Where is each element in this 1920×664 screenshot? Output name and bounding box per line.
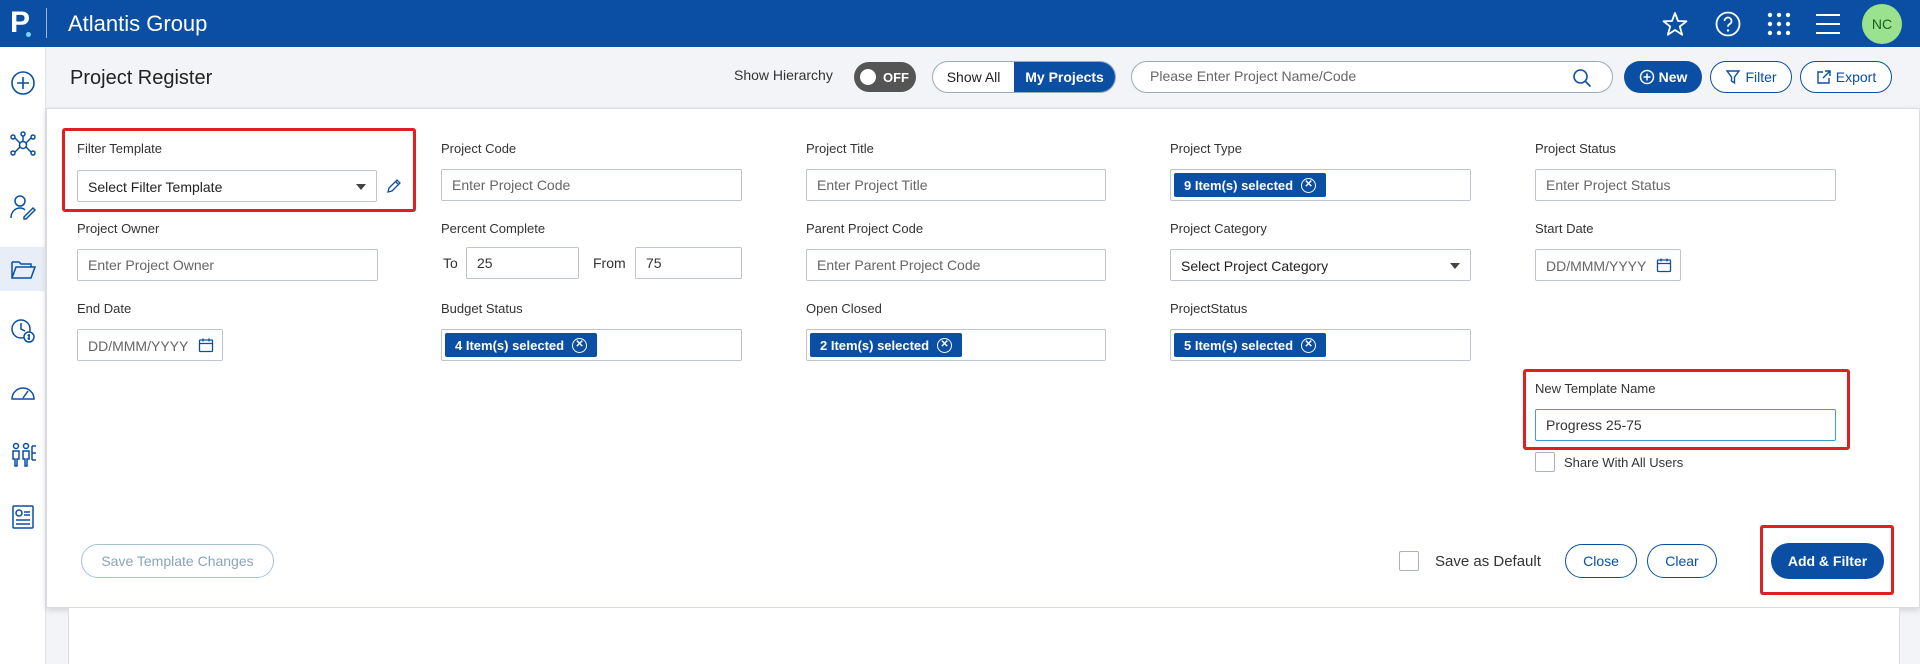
top-bar: P Atlantis Group NC <box>0 0 1920 47</box>
star-icon[interactable] <box>1661 10 1689 38</box>
user-edit-icon[interactable] <box>0 185 46 229</box>
menu-icon[interactable] <box>1814 10 1842 38</box>
clear-chip-icon[interactable]: ✕ <box>1301 337 1317 353</box>
project-search <box>1131 61 1613 93</box>
add-icon[interactable] <box>0 61 46 105</box>
report-icon[interactable] <box>0 495 46 539</box>
avatar[interactable]: NC <box>1862 4 1902 44</box>
start-date-input[interactable]: DD/MMM/YYYY <box>1535 249 1681 281</box>
start-date-placeholder: DD/MMM/YYYY <box>1546 258 1647 274</box>
new-button[interactable]: New <box>1624 61 1702 93</box>
project-owner-label: Project Owner <box>77 221 160 236</box>
calendar-icon[interactable] <box>198 337 214 356</box>
project-owner-input[interactable] <box>77 249 378 281</box>
search-input[interactable] <box>1150 68 1570 84</box>
left-rail <box>0 47 46 664</box>
calendar-icon[interactable] <box>1656 257 1672 276</box>
app-title: Atlantis Group <box>68 11 208 36</box>
budget-status-label: Budget Status <box>441 301 523 316</box>
show-hierarchy-toggle[interactable]: OFF <box>854 62 916 92</box>
project-status-2-multiselect[interactable]: 5 Item(s) selected ✕ <box>1170 329 1471 361</box>
budget-status-multiselect[interactable]: 4 Item(s) selected ✕ <box>441 329 742 361</box>
chevron-down-icon <box>1450 263 1460 269</box>
project-category-select[interactable]: Select Project Category <box>1170 249 1471 281</box>
apps-grid-icon[interactable] <box>1765 10 1793 38</box>
funnel-icon <box>1726 70 1741 85</box>
new-label: New <box>1658 69 1688 85</box>
clear-button[interactable]: Clear <box>1647 544 1717 578</box>
export-button[interactable]: Export <box>1800 61 1892 93</box>
parent-project-code-label: Parent Project Code <box>806 221 924 236</box>
highlight-add-and-filter <box>1760 525 1894 595</box>
show-all-button[interactable]: Show All <box>933 62 1014 92</box>
open-closed-chip-label: 2 Item(s) selected <box>820 337 930 353</box>
plus-circle-icon <box>1639 69 1654 85</box>
project-code-label: Project Code <box>441 141 517 156</box>
budget-status-chip[interactable]: 4 Item(s) selected ✕ <box>445 333 598 357</box>
toggle-state: OFF <box>883 70 909 85</box>
open-closed-label: Open Closed <box>806 301 882 316</box>
project-type-chip[interactable]: 9 Item(s) selected ✕ <box>1174 173 1327 197</box>
start-date-label: Start Date <box>1535 221 1594 236</box>
close-button[interactable]: Close <box>1565 544 1637 578</box>
app-logo[interactable]: P <box>10 6 44 42</box>
clock-cost-icon[interactable] <box>0 309 46 353</box>
project-list-area <box>68 608 1900 664</box>
project-code-input[interactable] <box>441 169 742 201</box>
parent-project-code-input[interactable] <box>806 249 1106 281</box>
project-type-multiselect[interactable]: 9 Item(s) selected ✕ <box>1170 169 1471 201</box>
toggle-knob <box>860 69 876 85</box>
network-icon[interactable] <box>0 123 46 167</box>
end-date-input[interactable]: DD/MMM/YYYY <box>77 329 223 361</box>
highlight-new-template-name <box>1523 369 1850 450</box>
org-chart-icon[interactable] <box>0 433 46 477</box>
save-as-default-checkbox[interactable] <box>1399 551 1419 571</box>
project-status-input[interactable] <box>1535 169 1836 201</box>
page-title: Project Register <box>70 67 213 89</box>
project-status-2-chip[interactable]: 5 Item(s) selected ✕ <box>1174 333 1327 357</box>
save-as-default-label: Save as Default <box>1435 553 1541 570</box>
project-type-chip-label: 9 Item(s) selected <box>1184 177 1294 193</box>
logo-divider <box>46 8 47 38</box>
help-icon[interactable] <box>1714 10 1742 38</box>
project-scope-segment: Show All My Projects <box>932 61 1116 93</box>
percent-complete-label: Percent Complete <box>441 221 546 236</box>
share-with-all-label: Share With All Users <box>1564 455 1684 470</box>
clear-chip-icon[interactable]: ✕ <box>937 337 953 353</box>
project-category-label: Project Category <box>1170 221 1267 236</box>
project-category-value: Select Project Category <box>1181 258 1329 274</box>
dashboard-icon[interactable] <box>0 371 46 415</box>
budget-status-chip-label: 4 Item(s) selected <box>455 337 565 353</box>
export-label: Export <box>1835 69 1877 85</box>
project-status-label: Project Status <box>1535 141 1616 156</box>
open-closed-chip[interactable]: 2 Item(s) selected ✕ <box>810 333 963 357</box>
save-template-changes-button[interactable]: Save Template Changes <box>81 544 274 578</box>
clear-chip-icon[interactable]: ✕ <box>572 337 588 353</box>
filter-button[interactable]: Filter <box>1710 61 1792 93</box>
end-date-label: End Date <box>77 301 132 316</box>
search-icon[interactable] <box>1572 68 1592 93</box>
share-with-all-checkbox[interactable] <box>1535 452 1555 472</box>
project-title-input[interactable] <box>806 169 1106 201</box>
clear-chip-icon[interactable]: ✕ <box>1301 177 1317 193</box>
end-date-placeholder: DD/MMM/YYYY <box>88 338 189 354</box>
percent-to-input[interactable] <box>466 247 579 279</box>
percent-from-input[interactable] <box>635 247 742 279</box>
folder-icon[interactable] <box>0 247 46 291</box>
show-hierarchy-label: Show Hierarchy <box>734 67 833 83</box>
project-status-2-chip-label: 5 Item(s) selected <box>1184 337 1294 353</box>
project-title-label: Project Title <box>806 141 874 156</box>
export-icon <box>1817 70 1831 84</box>
percent-from-label: From <box>593 255 626 271</box>
open-closed-multiselect[interactable]: 2 Item(s) selected ✕ <box>806 329 1106 361</box>
percent-to-label: To <box>443 255 458 271</box>
filter-label: Filter <box>1745 69 1777 85</box>
project-status-2-label: ProjectStatus <box>1170 301 1248 316</box>
my-projects-button[interactable]: My Projects <box>1014 62 1115 92</box>
project-type-label: Project Type <box>1170 141 1243 156</box>
highlight-filter-template <box>62 128 416 212</box>
